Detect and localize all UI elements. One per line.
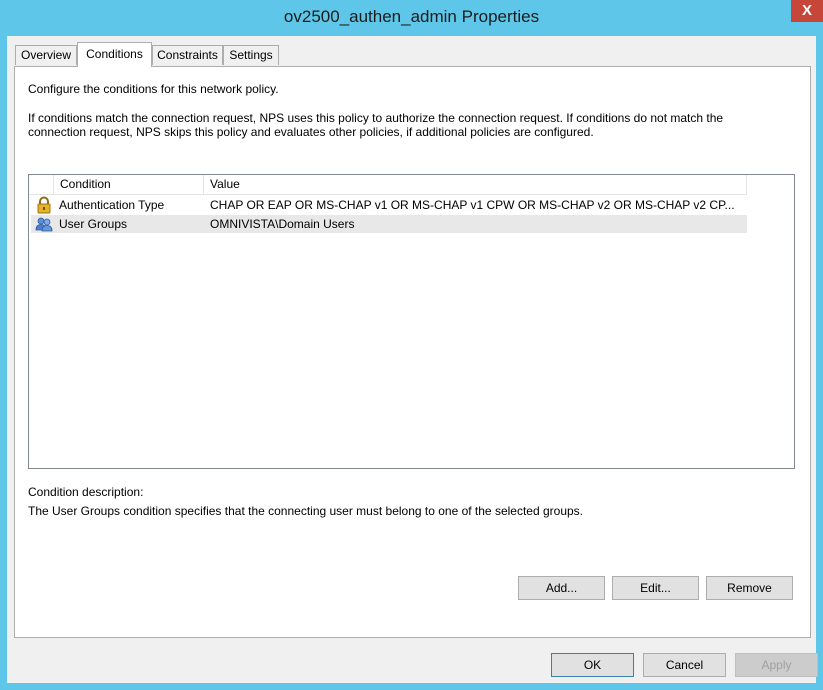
add-button[interactable]: Add... (518, 576, 605, 600)
ok-button-label: OK (583, 658, 602, 672)
condition-description-text: The User Groups condition specifies that… (28, 504, 583, 518)
ok-button[interactable]: OK (551, 653, 634, 677)
column-header-value[interactable]: Value (204, 175, 747, 194)
add-button-label: Add... (545, 581, 578, 595)
apply-button[interactable]: Apply (735, 653, 818, 677)
list-header: Condition Value (29, 175, 747, 195)
cancel-button[interactable]: Cancel (643, 653, 726, 677)
close-button[interactable]: X (791, 0, 823, 22)
conditions-tab-panel: Configure the conditions for this networ… (14, 66, 811, 638)
column-header-condition[interactable]: Condition (54, 175, 204, 194)
cancel-button-label: Cancel (665, 658, 704, 672)
conditions-list[interactable]: Condition Value Authentication Type CHAP… (28, 174, 795, 469)
list-header-icon-column[interactable] (29, 175, 54, 194)
edit-button[interactable]: Edit... (612, 576, 699, 600)
title-bar[interactable]: ov2500_authen_admin Properties X (0, 0, 823, 36)
condition-name: Authentication Type (59, 198, 165, 212)
condition-name: User Groups (59, 217, 128, 231)
dialog-client-area: Overview Conditions Constraints Settings… (7, 36, 818, 683)
condition-value: CHAP OR EAP OR MS-CHAP v1 OR MS-CHAP v1 … (210, 198, 735, 212)
remove-button-label: Remove (727, 581, 772, 595)
edit-button-label: Edit... (640, 581, 671, 595)
intro-text: Configure the conditions for this networ… (28, 82, 279, 96)
remove-button[interactable]: Remove (706, 576, 793, 600)
window-title: ov2500_authen_admin Properties (283, 7, 540, 26)
condition-description-label: Condition description: (28, 485, 144, 499)
tab-settings[interactable]: Settings (223, 45, 279, 65)
table-row[interactable]: Authentication Type CHAP OR EAP OR MS-CH… (31, 196, 747, 214)
condition-value: OMNIVISTA\Domain Users (210, 217, 355, 231)
user-group-icon (35, 215, 53, 233)
apply-button-label: Apply (761, 658, 792, 672)
tab-constraints[interactable]: Constraints (152, 45, 223, 65)
tab-overview[interactable]: Overview (15, 45, 77, 65)
properties-window: ov2500_authen_admin Properties X Overvie… (0, 0, 823, 690)
padlock-icon (35, 196, 53, 214)
explanation-text-line2: connection request, NPS skips this polic… (28, 125, 594, 139)
table-row[interactable]: User Groups OMNIVISTA\Domain Users (31, 215, 747, 233)
explanation-text-line1: If conditions match the connection reque… (28, 111, 724, 125)
tab-conditions[interactable]: Conditions (77, 42, 152, 67)
